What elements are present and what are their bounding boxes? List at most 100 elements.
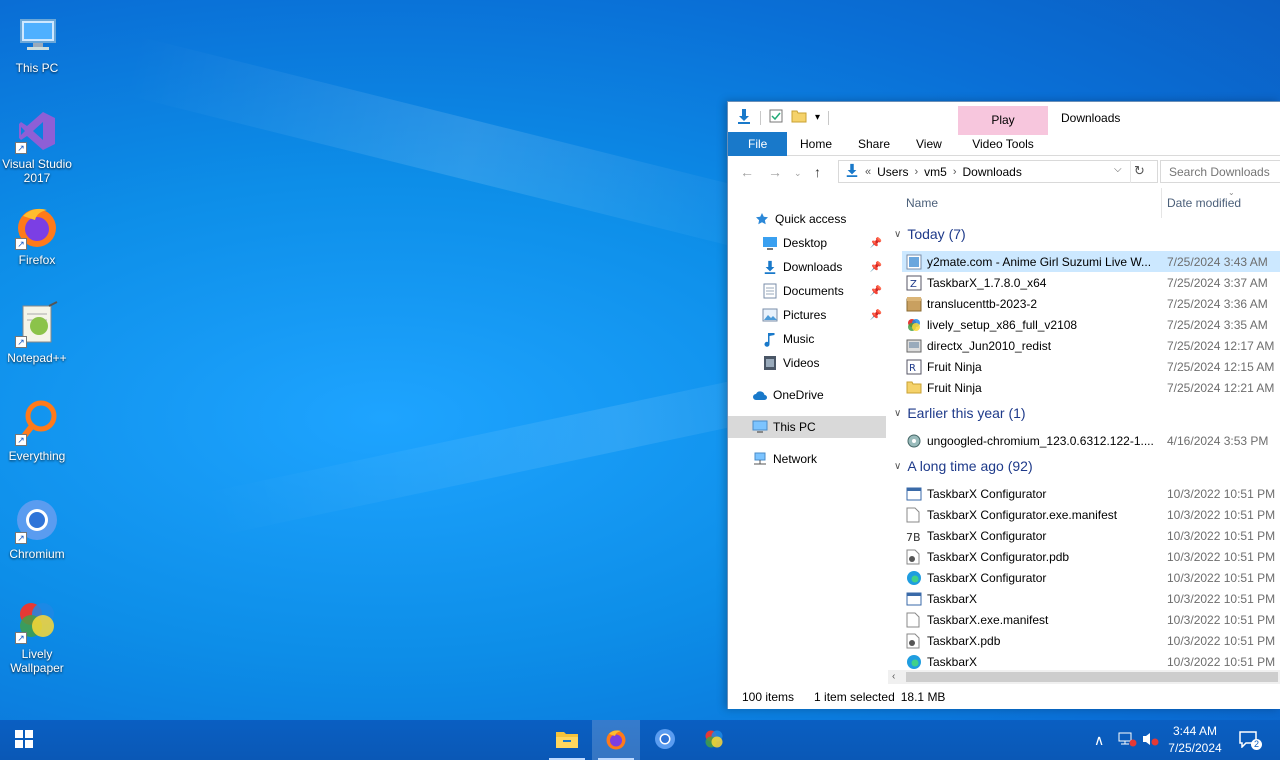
- file-row[interactable]: Fruit Ninja 7/25/2024 12:21 AM: [902, 377, 1280, 398]
- back-arrow-icon[interactable]: ←: [740, 164, 754, 180]
- volume-control[interactable]: [1141, 720, 1159, 760]
- taskbar-lively-wallpaper[interactable]: [690, 720, 738, 760]
- chevron-down-icon[interactable]: ⌵: [1114, 164, 1122, 175]
- breadcrumb-downloads[interactable]: Downloads: [962, 165, 1021, 179]
- group-header-earlier-this-year[interactable]: ∨ Earlier this year (1): [894, 405, 1026, 421]
- forward-arrow-icon[interactable]: →: [768, 164, 782, 180]
- system-clock[interactable]: 3:44 AM 7/25/2024: [1160, 723, 1230, 757]
- nav-item-desktop[interactable]: Desktop 📌: [728, 232, 886, 254]
- cloud-icon: [752, 387, 768, 403]
- file-row[interactable]: TaskbarX Configurator.exe.manifest 10/3/2…: [902, 504, 1280, 525]
- desktop-icon-chromium[interactable]: ↗ Chromium: [0, 496, 74, 561]
- setup-file-icon: [906, 433, 922, 449]
- nav-quick-access[interactable]: Quick access: [728, 208, 886, 230]
- item-count: 100 items: [742, 690, 795, 704]
- desktop-icon-lively-wallpaper[interactable]: ↗ Lively Wallpaper: [0, 596, 74, 675]
- action-center-button[interactable]: 2: [1238, 720, 1262, 760]
- file-row[interactable]: TaskbarX Configurator 10/3/2022 10:51 PM: [902, 567, 1280, 588]
- file-row[interactable]: TaskbarX 10/3/2022 10:51 PM: [902, 588, 1280, 609]
- tab-file[interactable]: File: [728, 132, 788, 156]
- group-header-long-time-ago[interactable]: ∨ A long time ago (92): [894, 458, 1033, 474]
- scroll-left-icon[interactable]: ‹: [892, 670, 895, 684]
- file-row[interactable]: TaskbarX.pdb 10/3/2022 10:51 PM: [902, 630, 1280, 651]
- file-date-modified: 10/3/2022 10:51 PM: [1167, 570, 1276, 585]
- pin-icon[interactable]: 📌: [870, 238, 882, 249]
- start-button[interactable]: [0, 720, 48, 760]
- file-row[interactable]: TaskbarX.exe.manifest 10/3/2022 10:51 PM: [902, 609, 1280, 630]
- nav-item-videos[interactable]: Videos: [728, 352, 886, 374]
- file-row[interactable]: TaskbarX Configurator 10/3/2022 10:51 PM: [902, 483, 1280, 504]
- recent-locations-icon[interactable]: ⌄: [794, 168, 802, 179]
- nav-item-documents[interactable]: Documents 📌: [728, 280, 886, 302]
- tab-view[interactable]: View: [902, 132, 956, 156]
- nav-onedrive[interactable]: OneDrive: [728, 384, 886, 406]
- column-header-date-modified[interactable]: Date modified: [1167, 196, 1241, 210]
- scrollbar-thumb[interactable]: [906, 672, 1278, 682]
- file-row[interactable]: 7B TaskbarX Configurator 10/3/2022 10:51 P…: [902, 525, 1280, 546]
- nav-item-downloads[interactable]: Downloads 📌: [728, 256, 886, 278]
- desktop-icon-this-pc[interactable]: This PC: [0, 10, 74, 75]
- desktop-icon-visual-studio[interactable]: ↗ Visual Studio 2017: [0, 106, 74, 185]
- pin-icon[interactable]: 📌: [870, 286, 882, 297]
- taskbar-chromium[interactable]: [641, 720, 689, 760]
- up-arrow-icon[interactable]: ↑: [814, 164, 821, 180]
- file-row[interactable]: TaskbarX 10/3/2022 10:51 PM: [902, 651, 1280, 672]
- refresh-icon[interactable]: ↻: [1130, 160, 1148, 183]
- nav-label: This PC: [773, 420, 816, 434]
- file-row[interactable]: lively_setup_x86_full_v2108 7/25/2024 3:3…: [902, 314, 1280, 335]
- breadcrumb-overflow[interactable]: «: [865, 166, 871, 178]
- magnifier-icon: ↗: [13, 398, 61, 446]
- show-hidden-icons[interactable]: ∧: [1094, 720, 1104, 760]
- new-folder-icon[interactable]: [791, 109, 807, 126]
- nav-label: Network: [773, 452, 818, 466]
- search-input[interactable]: [1160, 160, 1280, 183]
- file-name: y2mate.com - Anime Girl Suzumi Live W...: [927, 254, 1152, 269]
- file-row[interactable]: y2mate.com - Anime Girl Suzumi Live W...…: [902, 251, 1280, 272]
- horizontal-scrollbar[interactable]: ‹: [888, 670, 1280, 684]
- separator: [828, 110, 830, 125]
- file-explorer-icon: [555, 729, 579, 752]
- nav-this-pc[interactable]: This PC: [728, 416, 886, 438]
- pin-icon[interactable]: 📌: [870, 310, 882, 321]
- nav-item-music[interactable]: Music: [728, 328, 886, 350]
- column-header-name[interactable]: Name: [906, 196, 938, 210]
- file-name: TaskbarX_1.7.8.0_x64: [927, 275, 1047, 290]
- group-label: A long time ago (92): [907, 458, 1033, 474]
- contextual-tab-play[interactable]: Play: [958, 106, 1048, 134]
- customize-qat-icon[interactable]: ▾: [815, 112, 820, 123]
- file-date-modified: 10/3/2022 10:51 PM: [1167, 528, 1276, 543]
- breadcrumb-vm5[interactable]: vm5: [924, 165, 947, 179]
- file-row[interactable]: TaskbarX Configurator.pdb 10/3/2022 10:51…: [902, 546, 1280, 567]
- address-bar[interactable]: « Users › vm5 › Downloads: [838, 160, 1158, 183]
- tab-share[interactable]: Share: [844, 132, 904, 156]
- pin-icon[interactable]: 📌: [870, 262, 882, 273]
- tab-video-tools[interactable]: Video Tools: [958, 132, 1048, 156]
- breadcrumb-users[interactable]: Users: [877, 165, 908, 179]
- network-disconnected-icon: [1117, 731, 1137, 750]
- column-divider[interactable]: [1161, 188, 1162, 218]
- desktop-icon-firefox[interactable]: ↗ Firefox: [0, 202, 74, 267]
- nav-label: OneDrive: [773, 388, 824, 402]
- file-name: TaskbarX Configurator.pdb: [927, 549, 1070, 564]
- file-row[interactable]: R Fruit Ninja 7/25/2024 12:15 AM: [902, 356, 1280, 377]
- archive-file-icon: Z: [906, 275, 922, 291]
- network-status[interactable]: [1117, 720, 1137, 760]
- file-row[interactable]: translucenttb-2023-2 7/25/2024 3:36 AM: [902, 293, 1280, 314]
- file-date-modified: 10/3/2022 10:51 PM: [1167, 633, 1276, 648]
- file-row[interactable]: ungoogled-chromium_123.0.6312.122-1.... 4…: [902, 430, 1280, 451]
- file-date-modified: 10/3/2022 10:51 PM: [1167, 591, 1276, 606]
- properties-icon[interactable]: [769, 109, 783, 126]
- desktop-icon-everything[interactable]: ↗ Everything: [0, 398, 74, 463]
- downloads-folder-icon: [845, 163, 859, 180]
- taskbar-firefox[interactable]: [592, 720, 640, 760]
- edge-icon: [906, 570, 922, 586]
- file-row[interactable]: directx_Jun2010_redist 7/25/2024 12:17 AM: [902, 335, 1280, 356]
- nav-network[interactable]: Network: [728, 448, 886, 470]
- group-header-today[interactable]: ∨ Today (7): [894, 226, 966, 242]
- file-row[interactable]: Z TaskbarX_1.7.8.0_x64 7/25/2024 3:37 AM: [902, 272, 1280, 293]
- file-name: lively_setup_x86_full_v2108: [927, 317, 1078, 332]
- desktop-icon-notepad-plus-plus[interactable]: ↗ Notepad++: [0, 300, 74, 365]
- nav-item-pictures[interactable]: Pictures 📌: [728, 304, 886, 326]
- tab-home[interactable]: Home: [786, 132, 846, 156]
- taskbar-file-explorer[interactable]: [543, 720, 591, 760]
